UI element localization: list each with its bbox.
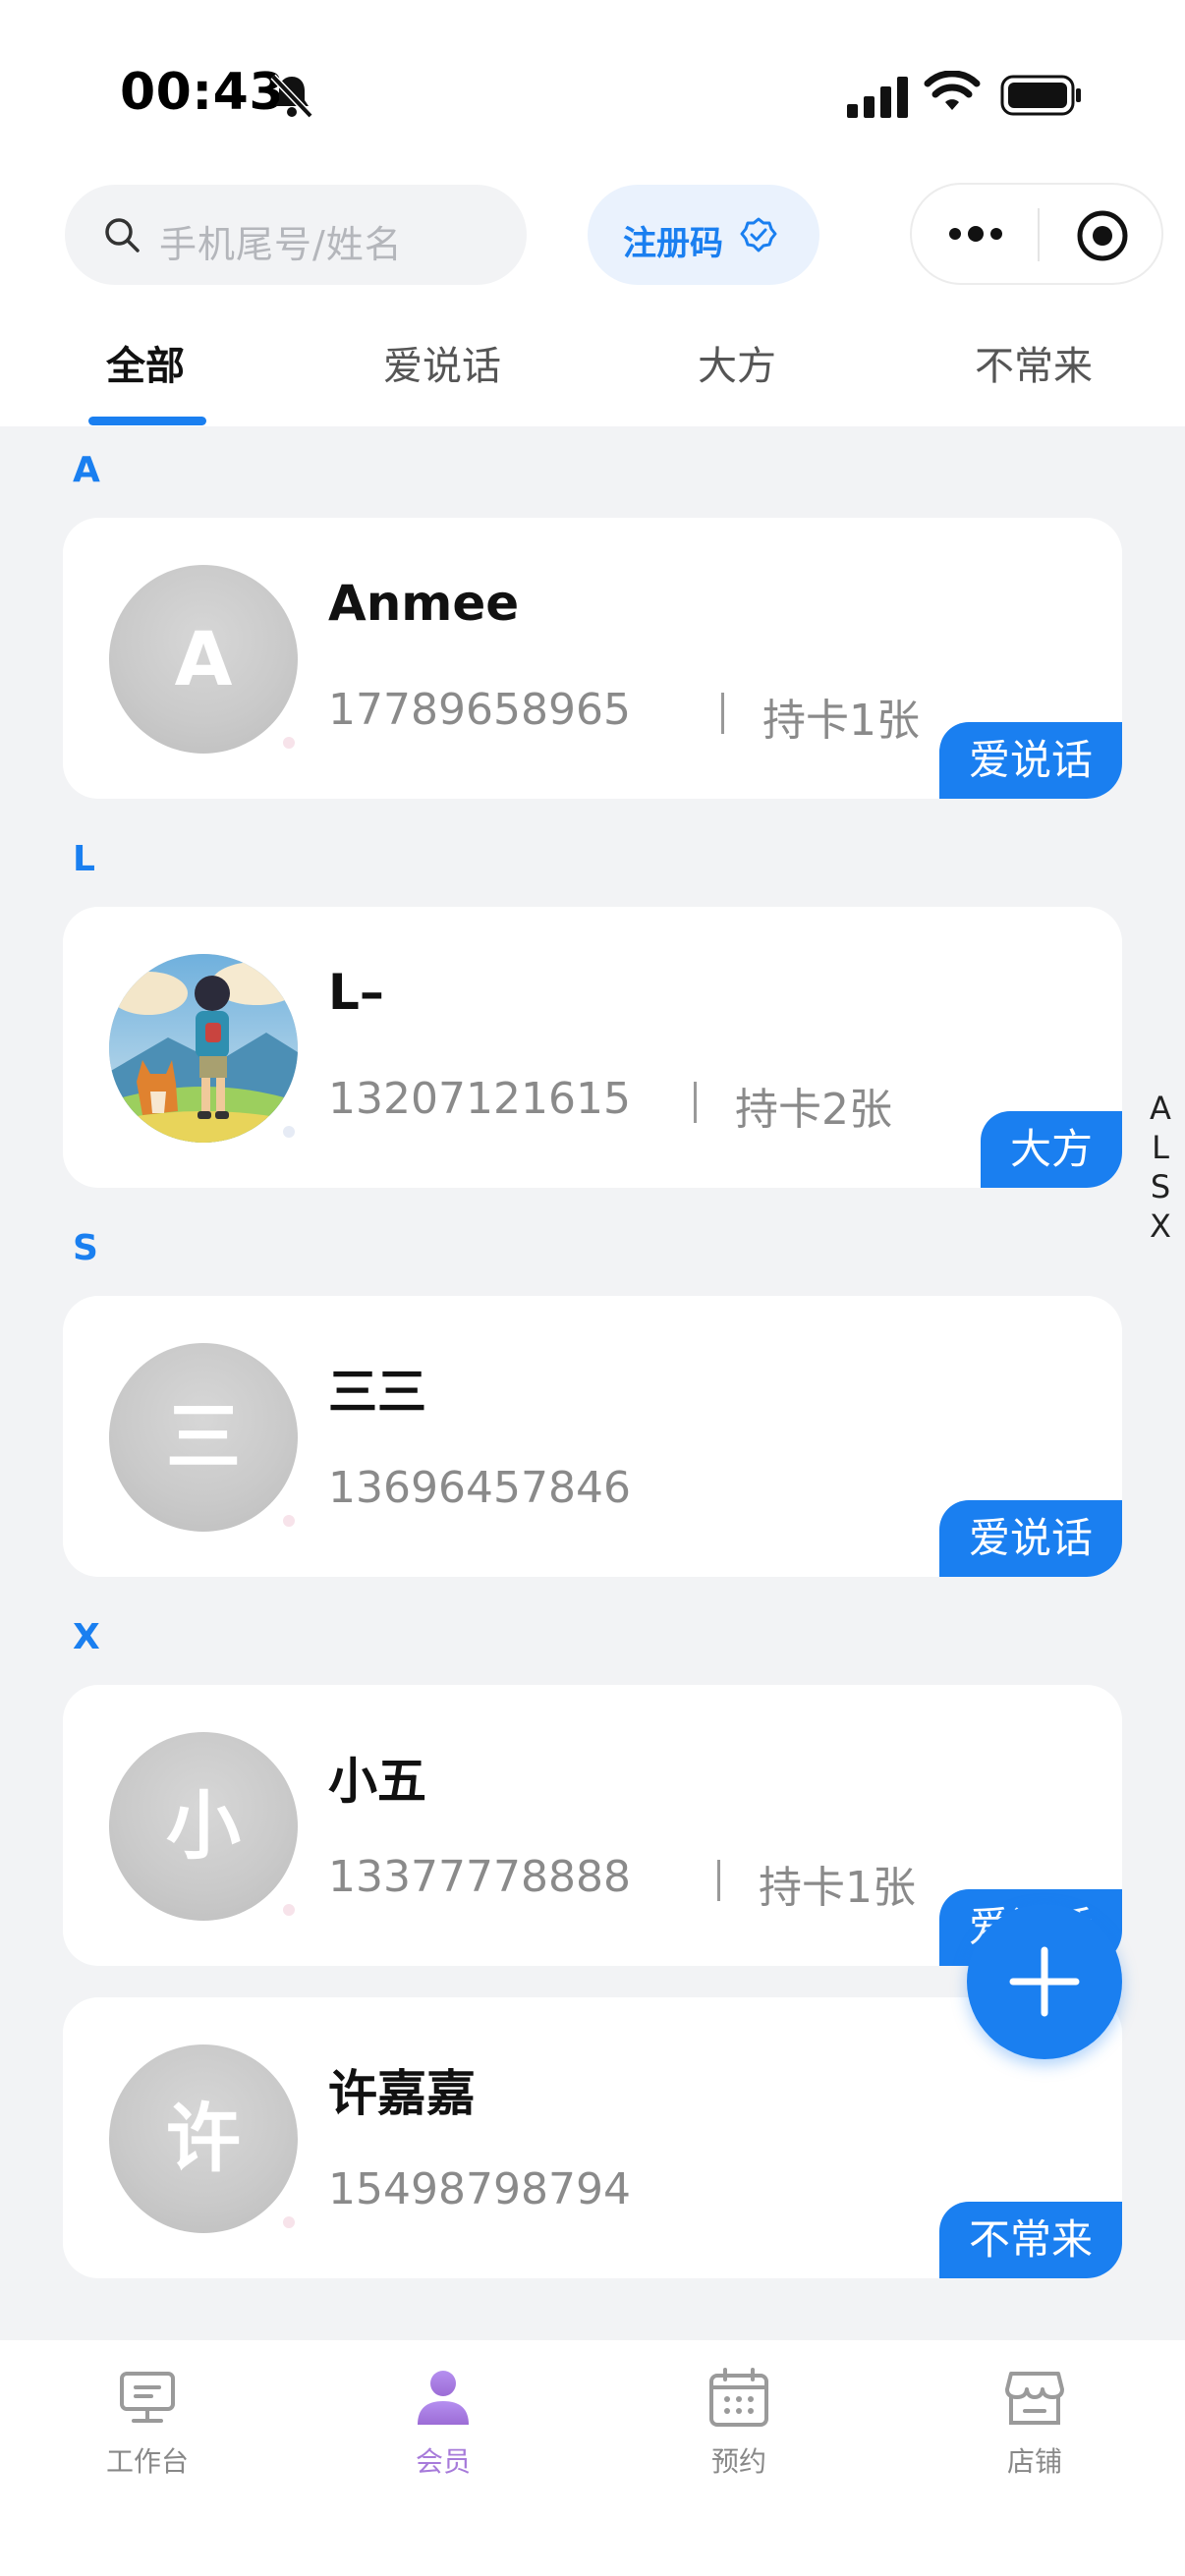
member-phone: 15498798794: [328, 2164, 631, 2214]
status-dot: [280, 1901, 298, 1919]
tabbar-label: 店铺: [1006, 2445, 1062, 2478]
status-dot: [280, 1512, 298, 1530]
member-phone: 13696457846: [328, 1463, 631, 1513]
index-letter-s[interactable]: S: [1146, 1167, 1175, 1206]
avatar-initial: 许: [166, 2095, 241, 2182]
bottom-tab-bar: 工作台 会员 预约 店铺: [0, 2340, 1185, 2576]
register-code-button[interactable]: 注册码: [588, 185, 819, 285]
section-header-a: A: [73, 450, 100, 490]
avatar: 许: [109, 2044, 298, 2233]
status-dot: [280, 734, 298, 752]
section-header-l: L: [73, 839, 95, 879]
bell-muted-icon: [270, 74, 313, 119]
search-icon: [105, 218, 140, 252]
member-card[interactable]: 许 许嘉嘉 15498798794 不常来: [63, 1997, 1122, 2278]
capsule-divider: [1038, 208, 1040, 261]
tabbar-appointments[interactable]: 预约: [641, 2360, 837, 2488]
wifi-icon: [924, 71, 981, 110]
store-icon: [1005, 2372, 1064, 2425]
tabbar-label: 工作台: [105, 2445, 189, 2478]
search-input[interactable]: 手机尾号/姓名: [65, 185, 527, 285]
status-bar: 00:43: [0, 0, 1185, 177]
member-card-count: 持卡1张: [759, 1863, 916, 1913]
close-target-icon[interactable]: [1075, 208, 1130, 263]
register-code-label: 注册码: [623, 224, 723, 263]
battery-icon: [1000, 75, 1081, 116]
search-placeholder: 手机尾号/姓名: [159, 223, 403, 266]
index-letter-a[interactable]: A: [1146, 1089, 1175, 1128]
member-card[interactable]: L– 13207121615 持卡2张 大方: [63, 907, 1122, 1188]
section-header-x: X: [73, 1617, 100, 1657]
plus-icon: [1009, 1946, 1080, 2017]
avatar-photo: [109, 954, 298, 1143]
member-tag: 爱说话: [938, 1500, 1122, 1577]
member-name: 许嘉嘉: [328, 2065, 476, 2122]
status-dot: [280, 2213, 298, 2231]
mini-program-capsule: [910, 183, 1163, 285]
tab-infrequent[interactable]: 不常来: [975, 334, 1093, 391]
status-time: 00:43: [120, 63, 286, 122]
avatar-initial: A: [174, 615, 233, 702]
member-phone: 17789658965: [328, 685, 631, 735]
separator: [717, 1860, 720, 1901]
tab-generous[interactable]: 大方: [698, 334, 776, 391]
avatar: [109, 954, 298, 1143]
alphabet-index: A L S X: [1146, 1089, 1175, 1246]
add-member-button[interactable]: [967, 1904, 1122, 2059]
index-letter-x[interactable]: X: [1146, 1206, 1175, 1246]
monitor-icon: [120, 2372, 175, 2423]
member-card-count: 持卡2张: [735, 1085, 892, 1135]
tabbar-store[interactable]: 店铺: [936, 2360, 1133, 2488]
tabbar-workbench[interactable]: 工作台: [49, 2360, 246, 2488]
member-card-count: 持卡1张: [762, 696, 920, 746]
tab-active-indicator: [88, 417, 206, 425]
header: 手机尾号/姓名 注册码: [0, 177, 1185, 305]
tab-talkative[interactable]: 爱说话: [383, 334, 501, 391]
person-icon: [418, 2371, 469, 2425]
avatar: A: [109, 565, 298, 754]
filter-tabs: 全部 爱说话 大方 不常来: [0, 305, 1185, 426]
avatar-initial: 三: [166, 1393, 241, 1481]
tabbar-members[interactable]: 会员: [345, 2360, 541, 2488]
member-tag: 爱说话: [938, 722, 1122, 799]
tab-all[interactable]: 全部: [106, 334, 185, 391]
avatar-initial: 小: [166, 1782, 241, 1870]
tabbar-label: 预约: [710, 2445, 766, 2478]
member-card[interactable]: 三 三三 13696457846 爱说话: [63, 1296, 1122, 1577]
member-card[interactable]: 小 小五 13377778888 持卡1张 爱说话: [63, 1685, 1122, 1966]
member-tag: 不常来: [938, 2202, 1122, 2278]
separator: [694, 1082, 697, 1123]
member-name: L–: [328, 964, 384, 1021]
avatar: 小: [109, 1732, 298, 1921]
member-phone: 13377778888: [328, 1852, 631, 1902]
more-icon[interactable]: [947, 220, 1004, 248]
avatar: 三: [109, 1343, 298, 1532]
member-phone: 13207121615: [328, 1074, 631, 1124]
calendar-icon: [709, 2368, 768, 2427]
separator: [721, 693, 724, 734]
section-header-s: S: [73, 1228, 98, 1268]
member-tag: 大方: [980, 1111, 1122, 1188]
verified-badge-icon: [740, 217, 777, 252]
signal-icon: [847, 77, 908, 118]
member-name: 三三: [328, 1364, 426, 1421]
member-card[interactable]: A Anmee 17789658965 持卡1张 爱说话: [63, 518, 1122, 799]
index-letter-l[interactable]: L: [1146, 1128, 1175, 1167]
tabbar-label: 会员: [415, 2445, 471, 2478]
member-name: 小五: [328, 1753, 426, 1810]
status-dot: [280, 1123, 298, 1141]
member-name: Anmee: [328, 575, 520, 632]
